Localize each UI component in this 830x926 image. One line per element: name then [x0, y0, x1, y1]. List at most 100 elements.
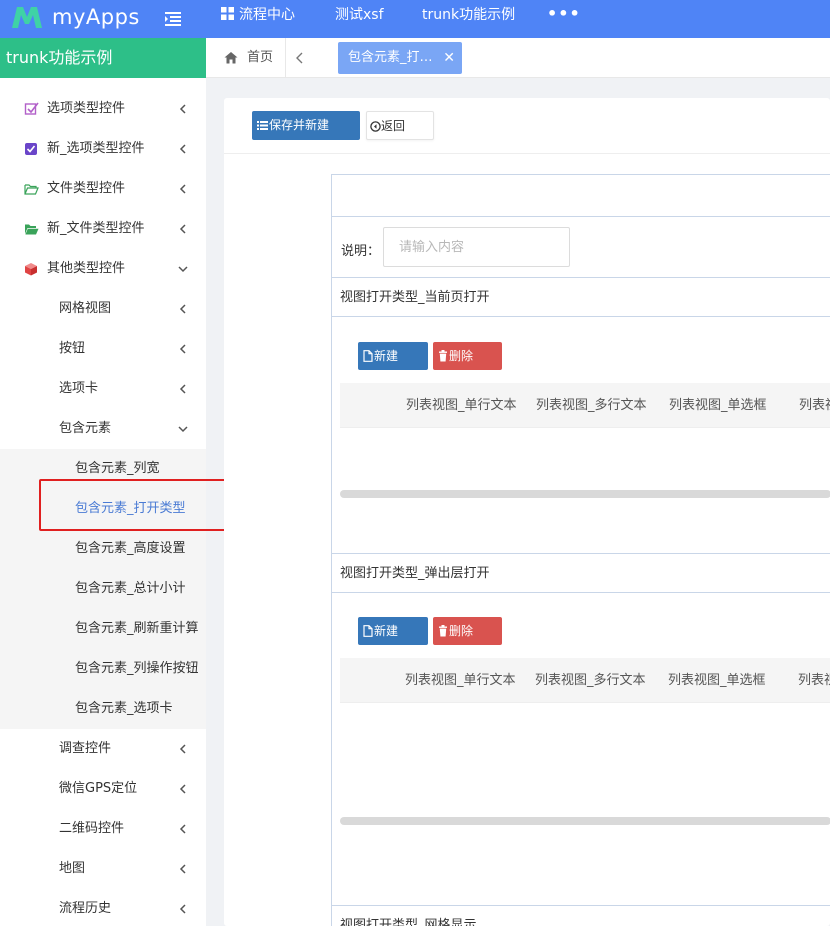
column-header[interactable]: 列表视图_单选框 [669, 383, 790, 428]
sidebar-item-label: 包含元素_列宽 [75, 461, 160, 476]
more-icon[interactable]: ••• [547, 4, 581, 23]
back-button[interactable]: 返回 [366, 111, 434, 140]
home-icon [224, 52, 238, 64]
topnav-item-label: trunk功能示例 [422, 7, 516, 23]
column-header[interactable]: 列表视图_单行文本 [405, 658, 526, 703]
sidebar-item-label: 新_选项类型控件 [47, 141, 145, 156]
horizontal-scrollbar[interactable] [340, 490, 830, 498]
sidebar-item-include-column-actions[interactable]: 包含元素_列操作按钮 [0, 649, 206, 689]
save-and-new-label: 保存并新建 [269, 118, 330, 132]
sidebar-item-other-controls[interactable]: 其他类型控件 [0, 249, 206, 289]
delete-button[interactable]: 删除 [433, 342, 502, 370]
sidebar-item-label: 包含元素_打开类型 [75, 501, 186, 516]
app-logo[interactable]: myApps [10, 3, 139, 33]
menu-toggle-icon[interactable] [163, 9, 183, 29]
sidebar-item-new-option-controls[interactable]: 新_选项类型控件 [0, 129, 206, 169]
sidebar-item-label: 包含元素 [59, 421, 112, 436]
sidebar-item-survey[interactable]: 调查控件 [0, 729, 206, 769]
topnav-item-label: 流程中心 [239, 7, 295, 23]
sidebar-item-label: 二维码控件 [59, 821, 125, 836]
sidebar-item-include-refresh[interactable]: 包含元素_刷新重计算 [0, 609, 206, 649]
delete-button-label: 删除 [449, 349, 474, 363]
sidebar-item-process-history[interactable]: 流程历史 [0, 889, 206, 926]
back-label: 返回 [381, 119, 406, 133]
sidebar-item-label: 包含元素_总计小计 [75, 581, 186, 596]
horizontal-scrollbar[interactable] [340, 817, 830, 825]
description-row: 说明： [332, 217, 830, 277]
topnav-item-test-xsf[interactable]: 测试xsf [335, 0, 384, 38]
sidebar-item-wechat-gps[interactable]: 微信GPS定位 [0, 769, 206, 809]
m-logo-icon [12, 7, 42, 28]
sidebar-item-button[interactable]: 按钮 [0, 329, 206, 369]
chevron-left-icon[interactable] [294, 51, 306, 65]
column-header[interactable]: 列表视图_多行文本 [535, 658, 656, 703]
sidebar-item-label: 新_文件类型控件 [47, 221, 145, 236]
sidebar-item-label: 微信GPS定位 [59, 781, 138, 796]
new-button-label: 新建 [374, 349, 399, 363]
new-button[interactable]: 新建 [358, 617, 428, 645]
checkbox-outline-icon [24, 102, 39, 115]
sidebar-item-label: 其他类型控件 [47, 261, 126, 276]
app-name: myApps [52, 5, 140, 29]
sidebar-item-label: 流程历史 [59, 901, 112, 916]
column-header[interactable]: 列表视 [798, 658, 830, 703]
sidebar-item-file-controls[interactable]: 文件类型控件 [0, 169, 206, 209]
sidebar-item-tabs[interactable]: 选项卡 [0, 369, 206, 409]
chevron-left-icon [179, 184, 186, 194]
section-current-page-open: 视图打开类型_当前页打开 新建 删除 列表视图_单行文本 列表视图_多行文本 列… [332, 277, 830, 553]
description-label: 说明： [341, 244, 381, 259]
topnav-item-trunk-demo[interactable]: trunk功能示例 [422, 0, 515, 38]
tab-home-label: 首页 [247, 50, 274, 65]
folder-open-filled-icon [25, 224, 39, 235]
circle-arrow-left-icon [370, 121, 381, 132]
main-content: 保存并新建 返回 说明： 视图打开类型_当前页打开 新建 删除 [224, 98, 830, 926]
sidebar-item-map[interactable]: 地图 [0, 849, 206, 889]
chevron-left-icon [179, 824, 186, 834]
close-icon[interactable]: ✕ [443, 42, 455, 74]
sidebar-item-label: 选项卡 [59, 381, 99, 396]
column-header[interactable]: 列表视 [799, 383, 830, 428]
sidebar-item-label: 包含元素_刷新重计算 [75, 621, 199, 636]
column-header[interactable]: 列表视图_多行文本 [536, 383, 657, 428]
column-header[interactable]: 列表视图_单选框 [668, 658, 789, 703]
sidebar-item-option-controls[interactable]: 选项类型控件 [0, 89, 206, 129]
file-icon [363, 625, 373, 637]
sidebar-item-include-column-width[interactable]: 包含元素_列宽 [0, 449, 206, 489]
sidebar-item-label: 包含元素_选项卡 [75, 701, 173, 716]
sidebar-item-new-file-controls[interactable]: 新_文件类型控件 [0, 209, 206, 249]
description-input[interactable] [383, 227, 570, 267]
delete-button-label: 删除 [449, 624, 474, 638]
chevron-down-icon [178, 266, 188, 273]
sidebar-item-include-open-type[interactable]: 包含元素_打开类型 [0, 489, 206, 529]
sidebar-item-label: 包含元素_高度设置 [75, 541, 186, 556]
chevron-left-icon [179, 904, 186, 914]
sidebar-item-label: 包含元素_列操作按钮 [75, 661, 199, 676]
sidebar-item-qrcode[interactable]: 二维码控件 [0, 809, 206, 849]
sidebar-title: trunk功能示例 [0, 38, 206, 78]
delete-button[interactable]: 删除 [433, 617, 502, 645]
sidebar-item-grid-view[interactable]: 网格视图 [0, 289, 206, 329]
chevron-left-icon [179, 864, 186, 874]
new-button[interactable]: 新建 [358, 342, 428, 370]
tab-home[interactable]: 首页 [206, 38, 286, 78]
sidebar-item-include-totals[interactable]: 包含元素_总计小计 [0, 569, 206, 609]
section-title: 视图打开类型_当前页打开 [332, 277, 830, 317]
save-and-new-button[interactable]: 保存并新建 [252, 111, 360, 140]
toolbar-divider [224, 153, 830, 154]
chevron-left-icon [179, 344, 186, 354]
tab-include-open-type[interactable]: 包含元素_打开类型 ✕ [338, 42, 462, 74]
chevron-left-icon [179, 384, 186, 394]
grid-icon [221, 7, 234, 20]
column-header[interactable]: 列表视图_单行文本 [406, 383, 527, 428]
topnav-item-label: 测试xsf [335, 7, 384, 23]
list-icon [257, 121, 268, 130]
sidebar-item-include-tabs[interactable]: 包含元素_选项卡 [0, 689, 206, 729]
topnav-item-process-center[interactable]: 流程中心 [221, 0, 295, 38]
sidebar-item-label: 选项类型控件 [47, 101, 126, 116]
chevron-left-icon [179, 144, 186, 154]
top-bar: myApps 流程中心 测试xsf trunk功能示例 ••• [0, 0, 830, 38]
sidebar-item-include-height[interactable]: 包含元素_高度设置 [0, 529, 206, 569]
chevron-left-icon [179, 104, 186, 114]
sidebar-item-include-element[interactable]: 包含元素 [0, 409, 206, 449]
sidebar-item-label: 按钮 [59, 341, 86, 356]
